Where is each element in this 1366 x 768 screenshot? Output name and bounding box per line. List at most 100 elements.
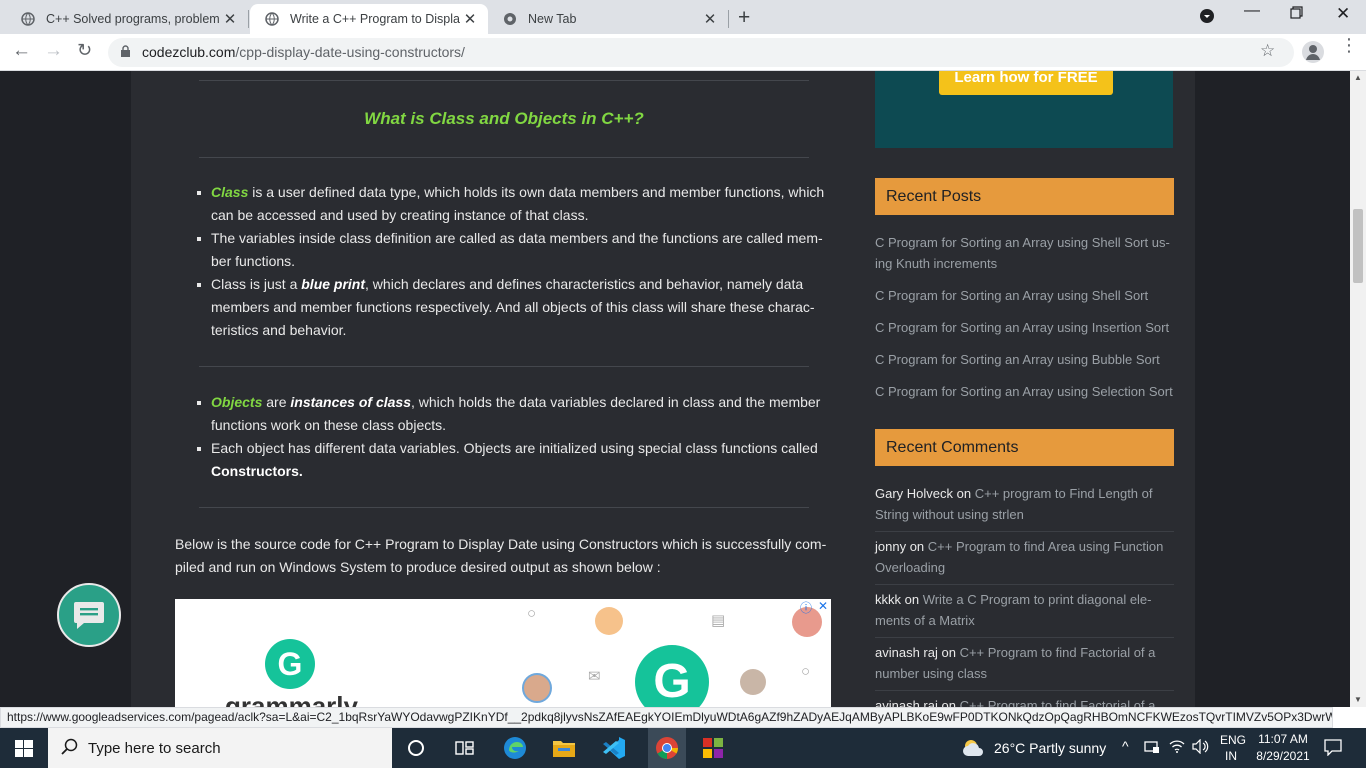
- page-scrollbar[interactable]: ▲ ▼: [1350, 71, 1366, 707]
- comment-item: kkkk on Write a C Program to print diago…: [875, 589, 1174, 638]
- new-tab-plus-icon[interactable]: +: [738, 6, 750, 30]
- bold-term: blue print: [301, 276, 366, 292]
- chat-bubble-icon: ○: [801, 663, 811, 680]
- class-term: Class: [211, 184, 249, 200]
- comment-item: avinash raj on C++ Program to find Facto…: [875, 695, 1174, 707]
- chrome-taskbar-icon[interactable]: [648, 728, 686, 768]
- recent-post-link[interactable]: C Program for Sorting an Array using She…: [875, 285, 1174, 306]
- divider: [199, 80, 809, 81]
- speaker-icon[interactable]: [1192, 738, 1210, 757]
- scrollbar-thumb[interactable]: [1353, 209, 1363, 283]
- vscode-icon[interactable]: [600, 734, 628, 762]
- file-explorer-icon[interactable]: [550, 734, 578, 762]
- person-avatar-icon: [595, 607, 623, 635]
- recent-post-link[interactable]: C Program for Sorting an Array using She…: [875, 232, 1174, 274]
- recent-comments-title: Recent Comments: [875, 429, 1174, 466]
- bold-term: Constructors.: [211, 463, 303, 479]
- back-arrow-icon[interactable]: ←: [12, 40, 31, 62]
- clock-date: 8/29/2021: [1256, 749, 1310, 763]
- recent-post-link[interactable]: C Program for Sorting an Array using Bub…: [875, 349, 1174, 370]
- chat-button[interactable]: [57, 583, 121, 647]
- app-icon[interactable]: [699, 734, 727, 762]
- comment-author: avinash raj: [875, 698, 938, 707]
- recent-posts-title: Recent Posts: [875, 178, 1174, 215]
- comment-on: on: [901, 592, 923, 607]
- minimize-icon[interactable]: —: [1244, 2, 1260, 20]
- cortana-icon[interactable]: [402, 734, 430, 762]
- tab-new-tab[interactable]: New Tab ✕: [488, 4, 728, 34]
- forward-arrow-icon[interactable]: →: [44, 40, 63, 62]
- taskbar-search-box[interactable]: Type here to search: [48, 728, 392, 768]
- restore-icon[interactable]: [1290, 6, 1303, 22]
- clock-time: 11:07 AM: [1258, 732, 1308, 746]
- wifi-icon[interactable]: [1169, 739, 1185, 756]
- web-page: What is Class and Objects in C++? Class …: [0, 71, 1350, 707]
- ad-brand: grammarly: [225, 691, 358, 707]
- network-device-icon[interactable]: [1144, 740, 1160, 757]
- language-code: ENG: [1220, 733, 1247, 747]
- objects-term: Objects: [211, 394, 263, 410]
- windows-start-icon[interactable]: [15, 740, 33, 762]
- tab-cpp-solved[interactable]: C++ Solved programs, problems ✕: [6, 4, 248, 34]
- weather-icon: [962, 738, 986, 761]
- profile-dropdown-icon[interactable]: [1199, 8, 1215, 27]
- close-icon[interactable]: ✕: [460, 10, 480, 28]
- globe-icon: [264, 11, 280, 27]
- list-item: The variables inside class definition ar…: [197, 227, 837, 273]
- chrome-icon: [502, 11, 518, 27]
- comment-item: Gary Holveck on C++ program to Find Leng…: [875, 483, 1174, 532]
- comment-author: avinash raj: [875, 645, 938, 660]
- grammarly-ad[interactable]: G grammarly G ○ ▤ ✉ ○ ⓘ ✕: [175, 599, 831, 707]
- grammarly-big-logo-icon: G: [635, 645, 709, 707]
- list-item: Class is a user defined data type, which…: [197, 181, 837, 227]
- list-item-text: is a user defined data type, which holds…: [211, 184, 825, 223]
- tab-separator: [248, 10, 249, 28]
- clock[interactable]: 11:07 AM 8/29/2021: [1256, 732, 1310, 763]
- weather-text[interactable]: 26°C Partly sunny: [994, 740, 1106, 756]
- learn-free-button[interactable]: Learn how for FREE: [939, 71, 1113, 95]
- comment-on: on: [937, 698, 960, 707]
- window-close-icon[interactable]: ✕: [1336, 4, 1350, 24]
- task-view-icon[interactable]: [451, 734, 479, 762]
- close-icon[interactable]: ✕: [220, 10, 240, 28]
- ad-close-icon[interactable]: ✕: [818, 599, 828, 613]
- show-hidden-icons-chevron-icon[interactable]: ^: [1122, 738, 1129, 754]
- reload-icon[interactable]: ↻: [77, 40, 92, 61]
- scroll-up-icon[interactable]: ▲: [1354, 73, 1362, 82]
- list-item: Objects are instances of class, which ho…: [197, 391, 837, 437]
- person-avatar-icon: [740, 669, 766, 695]
- list-item-text: Each object has different data variables…: [211, 440, 818, 456]
- comment-on: on: [953, 486, 975, 501]
- divider: [199, 507, 809, 508]
- ad-banner[interactable]: Learn how for FREE: [875, 71, 1173, 148]
- recent-post-link[interactable]: C Program for Sorting an Array using Ins…: [875, 317, 1174, 338]
- globe-icon: [20, 11, 36, 27]
- close-icon[interactable]: ✕: [700, 10, 720, 28]
- divider: [199, 366, 809, 367]
- ad-info-icon[interactable]: ⓘ: [800, 599, 812, 616]
- recent-post-link[interactable]: C Program for Sorting an Array using Sel…: [875, 381, 1174, 402]
- notification-icon[interactable]: [1324, 739, 1342, 759]
- intro-paragraph: Below is the source code for C++ Program…: [175, 536, 827, 575]
- browser-toolbar: ← → ↻ codezclub.com/cpp-display-date-usi…: [0, 34, 1366, 71]
- list-item-text: The variables inside class definition ar…: [211, 230, 823, 269]
- input-language[interactable]: ENG IN: [1220, 733, 1246, 763]
- comment-post-link[interactable]: C++ Program to find Factorial of a: [960, 698, 1156, 707]
- url-domain: codezclub.com: [142, 44, 236, 60]
- scroll-down-icon[interactable]: ▼: [1354, 695, 1362, 704]
- comment-author: jonny: [875, 539, 907, 554]
- address-bar[interactable]: codezclub.com/cpp-display-date-using-con…: [108, 38, 1294, 67]
- object-bullet-list: Objects are instances of class, which ho…: [197, 391, 837, 483]
- profile-avatar-icon[interactable]: [1302, 41, 1324, 63]
- comment-on: on: [906, 539, 928, 554]
- comment-item: avinash raj on C++ Program to find Facto…: [875, 642, 1174, 691]
- chat-bubble-icon: ○: [527, 605, 537, 622]
- edge-icon[interactable]: [501, 734, 529, 762]
- mail-icon: ✉: [588, 668, 601, 685]
- bookmark-star-icon[interactable]: ☆: [1260, 41, 1275, 61]
- divider: [199, 157, 809, 158]
- tab-write-cpp-program[interactable]: Write a C++ Program to Display ✕: [250, 4, 488, 34]
- kebab-menu-icon[interactable]: ⋮: [1340, 36, 1358, 54]
- windows-taskbar: Type here to search 26°C Partly sunny ^ …: [0, 728, 1366, 768]
- message-icon: [74, 602, 104, 629]
